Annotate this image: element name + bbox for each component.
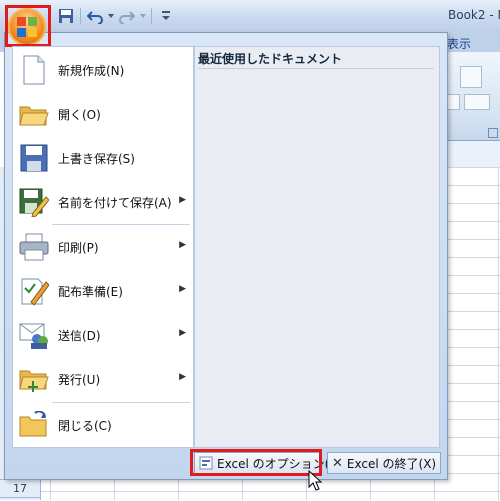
customize-toolbar-icon[interactable] <box>156 6 176 26</box>
prepare-icon <box>16 273 52 309</box>
tab-view[interactable]: 表示 <box>447 35 471 52</box>
quick-access-toolbar <box>56 5 176 27</box>
open-folder-icon <box>16 96 52 132</box>
row-header[interactable]: 18 <box>0 497 40 501</box>
menu-item-send[interactable]: 送信(D) ▶ <box>14 316 190 354</box>
title-bar: Book2 - M <box>0 0 500 30</box>
menu-separator <box>52 224 190 225</box>
format-button[interactable] <box>460 66 482 88</box>
menu-item-prepare[interactable]: 配布準備(E) ▶ <box>14 272 190 310</box>
merge-icon[interactable] <box>464 94 490 110</box>
close-folder-icon <box>16 407 52 443</box>
save-as-icon <box>16 184 52 220</box>
undo-dropdown-icon[interactable] <box>107 6 115 26</box>
redo-icon[interactable] <box>117 6 137 26</box>
menu-item-save-as[interactable]: 名前を付けて保存(A) ▶ <box>14 183 190 221</box>
menu-item-label: 新規作成(N) <box>58 63 125 78</box>
exit-label: Excel の終了(X) <box>346 456 437 471</box>
undo-icon[interactable] <box>85 6 105 26</box>
submenu-arrow-icon: ▶ <box>179 195 186 205</box>
new-document-icon <box>16 52 52 88</box>
save-disk-icon <box>16 140 52 176</box>
menu-item-label: 名前を付けて保存(A) <box>58 195 172 210</box>
menu-item-label: 上書き保存(S) <box>58 151 135 166</box>
close-icon: ✕ <box>332 455 343 471</box>
submenu-arrow-icon: ▶ <box>179 240 186 250</box>
recent-documents-title: 最近使用したドキュメント <box>198 50 434 69</box>
menu-item-open[interactable]: 開く(O) <box>14 95 190 133</box>
menu-item-publish[interactable]: 発行(U) ▶ <box>14 360 190 398</box>
menu-item-print[interactable]: 印刷(P) ▶ <box>14 228 190 266</box>
submenu-arrow-icon: ▶ <box>179 328 186 338</box>
menu-item-new[interactable]: 新規作成(N) <box>14 51 190 89</box>
options-highlight <box>190 449 322 476</box>
window-title: Book2 - M <box>448 8 500 22</box>
menu-item-close[interactable]: 閉じる(C) <box>14 406 190 444</box>
menu-item-label: 開く(O) <box>58 107 101 122</box>
excel-exit-button[interactable]: ✕ Excel の終了(X) <box>327 452 441 474</box>
toolbar-separator <box>80 8 81 24</box>
submenu-arrow-icon: ▶ <box>179 284 186 294</box>
formula-bar <box>440 141 500 168</box>
menu-separator <box>52 402 190 403</box>
printer-icon <box>16 229 52 265</box>
publish-icon <box>16 361 52 397</box>
mouse-cursor-icon <box>308 469 323 495</box>
submenu-arrow-icon: ▶ <box>179 372 186 382</box>
send-icon <box>16 317 52 353</box>
save-icon[interactable] <box>56 6 76 26</box>
recent-documents-pane <box>194 46 440 448</box>
ribbon <box>440 52 500 141</box>
menu-item-label: 閉じる(C) <box>58 418 112 433</box>
row-header[interactable]: 17 <box>0 479 40 497</box>
redo-dropdown-icon[interactable] <box>139 6 147 26</box>
menu-item-label: 配布準備(E) <box>58 284 123 299</box>
office-button-highlight <box>5 5 51 47</box>
menu-item-save[interactable]: 上書き保存(S) <box>14 139 190 177</box>
menu-item-label: 送信(D) <box>58 328 101 343</box>
menu-item-label: 発行(U) <box>58 372 101 387</box>
dialog-launcher-icon[interactable] <box>488 128 498 138</box>
menu-item-label: 印刷(P) <box>58 240 99 255</box>
toolbar-separator <box>151 8 152 24</box>
